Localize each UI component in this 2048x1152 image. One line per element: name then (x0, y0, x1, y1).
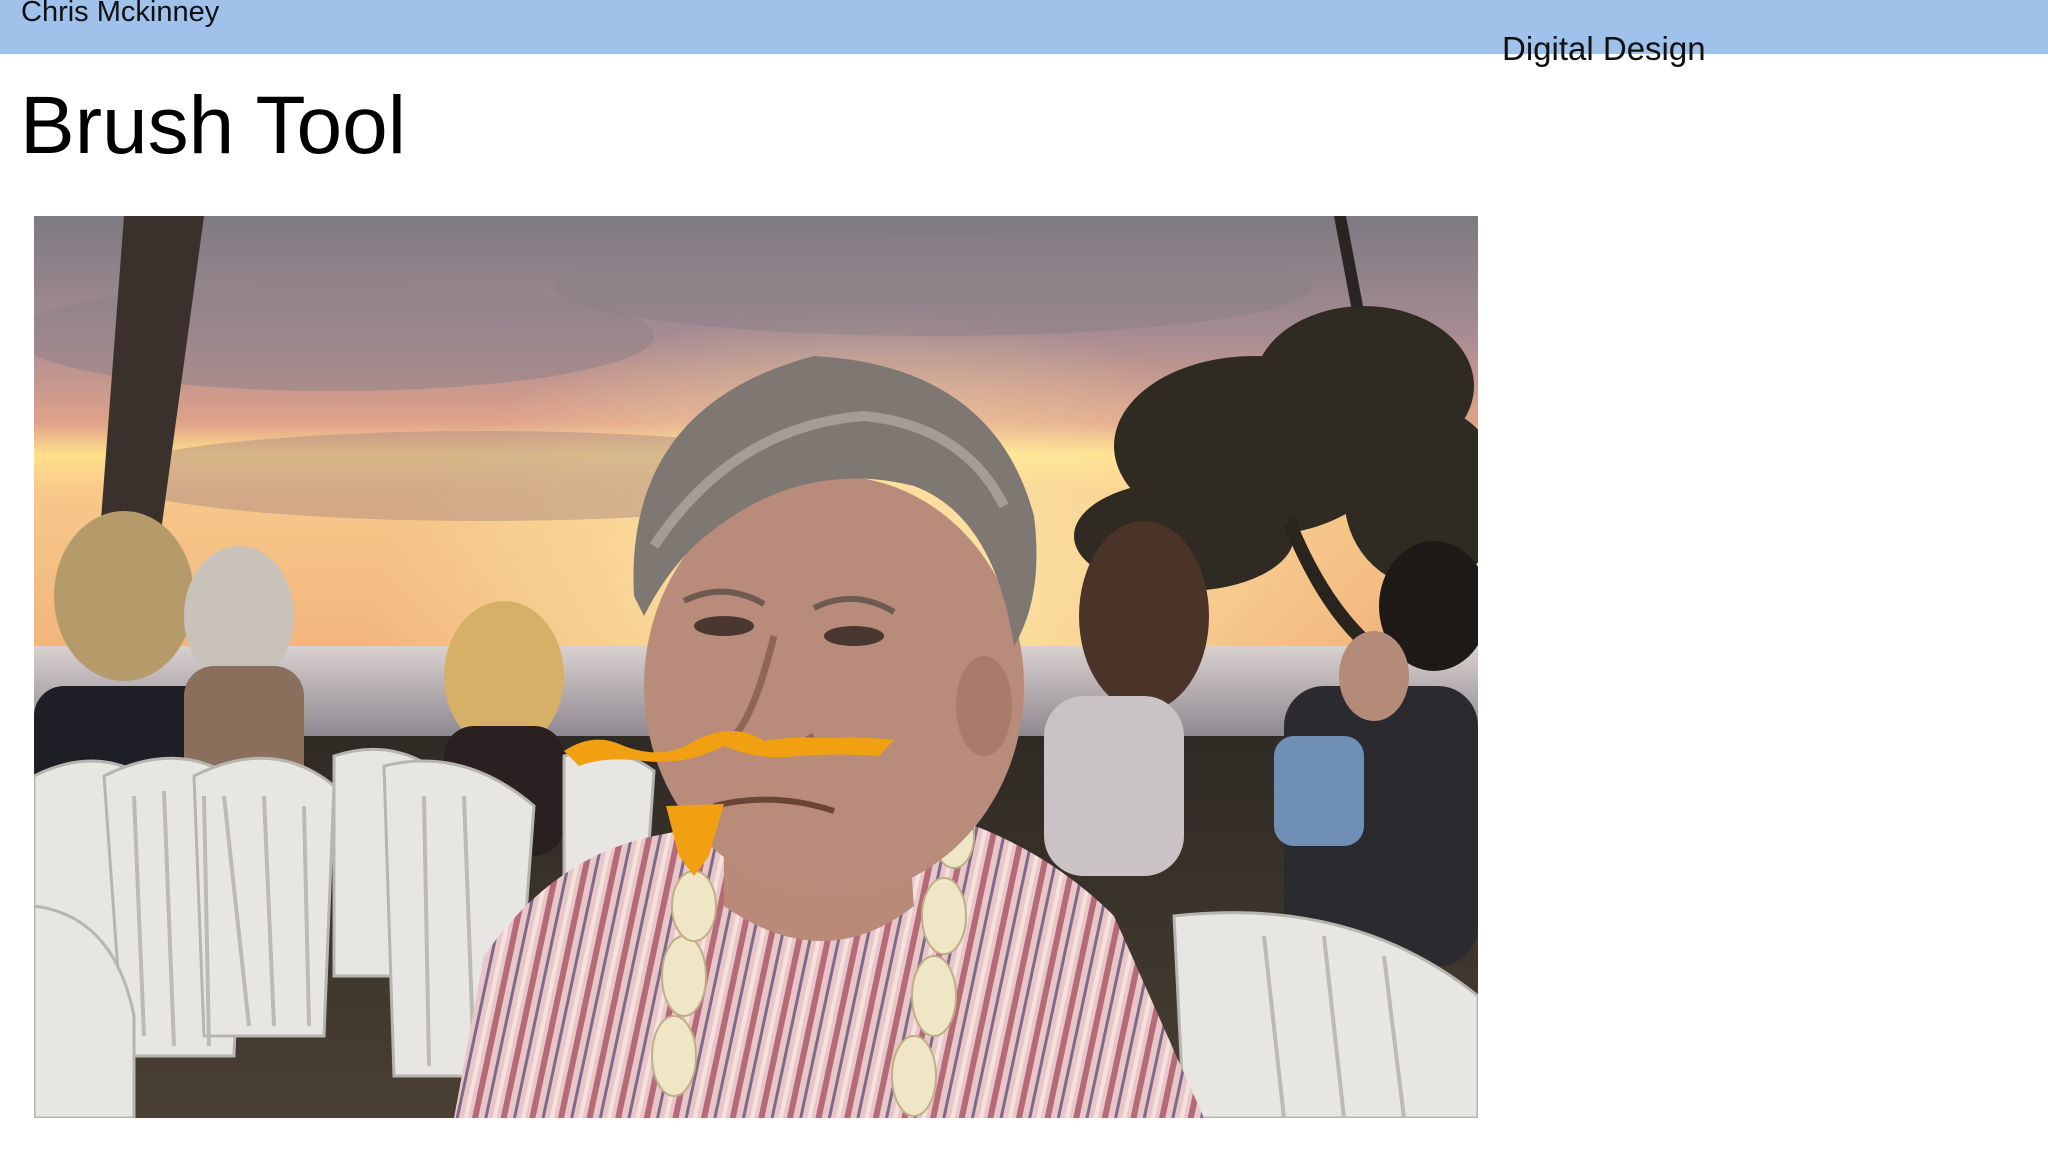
slide: Chris Mckinney Digital Design Brush Tool (0, 0, 2048, 1152)
slide-title: Brush Tool (20, 80, 406, 171)
example-photo (34, 216, 1478, 1118)
header-bar: Chris Mckinney (0, 0, 2048, 54)
author-name: Chris Mckinney (21, 0, 220, 28)
course-name: Digital Design (1502, 30, 1706, 67)
photo-illustration (34, 216, 1478, 1118)
